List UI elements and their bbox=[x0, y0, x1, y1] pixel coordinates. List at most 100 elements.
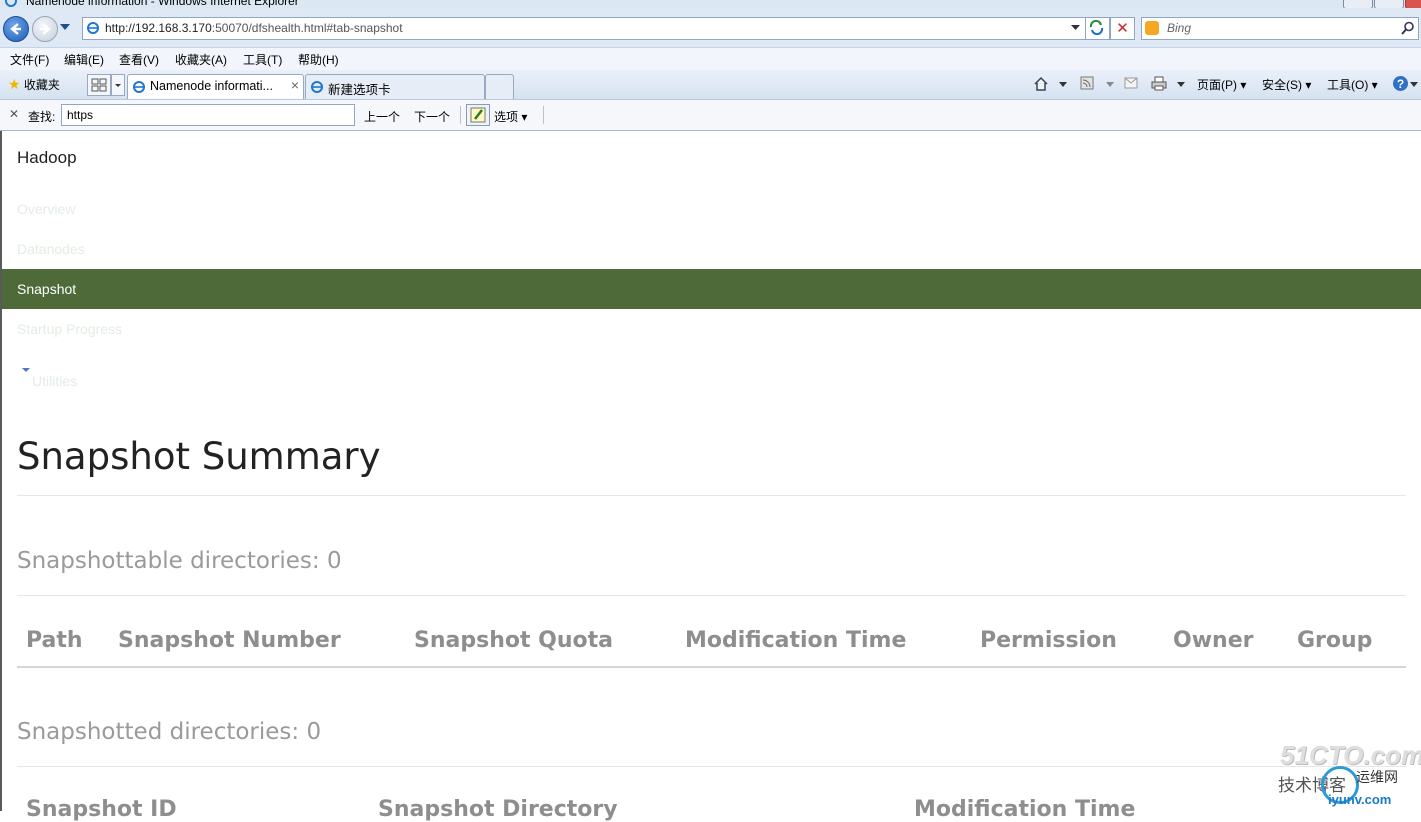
tab-bar: ★ 收藏夹 Namenode informati... × 新建选项卡 页面(P… bbox=[0, 70, 1421, 100]
page-menu-button[interactable]: 页面(P) ▾ bbox=[1197, 76, 1246, 93]
quick-tabs-icon bbox=[91, 78, 107, 92]
nav-overview[interactable]: Overview bbox=[2, 189, 1421, 229]
find-input[interactable]: https bbox=[61, 104, 355, 126]
address-bar[interactable]: http://192.168.3.170:50070/dfshealth.htm… bbox=[82, 17, 1086, 40]
page-content: Hadoop Overview Datanodes Snapshot Start… bbox=[0, 131, 1421, 822]
column-header[interactable]: Snapshot Quota bbox=[414, 628, 613, 653]
star-icon: ★ bbox=[8, 76, 21, 92]
favorites-button[interactable]: ★ 收藏夹 bbox=[8, 76, 60, 93]
menu-view[interactable]: 查看(V) bbox=[119, 51, 159, 68]
navigation-bar: http://192.168.3.170:50070/dfshealth.htm… bbox=[0, 8, 1421, 48]
chevron-down-icon bbox=[115, 84, 121, 87]
maximize-button[interactable] bbox=[1374, 0, 1404, 8]
history-dropdown-icon[interactable] bbox=[60, 24, 70, 30]
watermark-tagline2: 运维网 bbox=[1356, 769, 1398, 785]
ie-page-icon bbox=[311, 81, 323, 93]
refresh-button[interactable] bbox=[1085, 17, 1110, 40]
nav-label: Datanodes bbox=[17, 241, 85, 257]
divider bbox=[543, 106, 544, 124]
find-next-button[interactable]: 下一个 bbox=[414, 108, 450, 125]
close-find-icon[interactable]: ✕ bbox=[9, 107, 19, 121]
column-header[interactable]: Snapshot Number bbox=[118, 628, 341, 653]
svg-text:?: ? bbox=[1397, 77, 1404, 91]
watermark-site: 51CTO.com bbox=[1280, 740, 1421, 770]
find-options-button[interactable]: 选项 ▾ bbox=[494, 108, 527, 125]
stop-button[interactable]: ✕ bbox=[1110, 17, 1135, 40]
page-favicon-icon bbox=[87, 22, 99, 34]
divider bbox=[17, 766, 1406, 767]
column-header[interactable]: Permission bbox=[980, 628, 1117, 653]
nav-datanodes[interactable]: Datanodes bbox=[2, 229, 1421, 269]
column-header[interactable]: Group bbox=[1297, 628, 1372, 653]
find-previous-button[interactable]: 上一个 bbox=[364, 108, 400, 125]
nav-label: Overview bbox=[17, 201, 76, 217]
tab-new-tab[interactable]: 新建选项卡 bbox=[305, 74, 485, 99]
window-title: Namenode information - Windows Internet … bbox=[26, 0, 299, 8]
snapshotted-heading: Snapshotted directories: 0 bbox=[17, 719, 322, 745]
divider bbox=[17, 495, 1406, 496]
tab-label: 新建选项卡 bbox=[328, 83, 391, 97]
highlighter-icon bbox=[470, 107, 486, 123]
feeds-icon[interactable] bbox=[1080, 76, 1094, 90]
refresh-icon bbox=[1089, 19, 1104, 36]
nav-label: Startup Progress bbox=[17, 321, 123, 337]
tab-list-button[interactable] bbox=[111, 74, 125, 96]
close-window-button[interactable] bbox=[1405, 0, 1421, 8]
table-header-rule bbox=[17, 666, 1406, 668]
minimize-button[interactable] bbox=[1343, 0, 1373, 8]
nav-utilities[interactable]: Utilities bbox=[2, 349, 1421, 389]
chevron-down-icon[interactable] bbox=[1177, 82, 1185, 87]
find-bar: ✕ 查找: https 上一个 下一个 选项 ▾ bbox=[0, 100, 1421, 131]
column-header[interactable]: Snapshot ID bbox=[26, 797, 177, 822]
brand-logo[interactable]: Hadoop bbox=[17, 148, 77, 168]
menu-favorites[interactable]: 收藏夹(A) bbox=[175, 51, 227, 68]
safety-menu-button[interactable]: 安全(S) ▾ bbox=[1262, 76, 1311, 93]
column-header[interactable]: Owner bbox=[1173, 628, 1253, 653]
bing-icon bbox=[1145, 21, 1159, 35]
find-label: 查找: bbox=[28, 110, 56, 124]
search-placeholder: Bing bbox=[1167, 21, 1192, 35]
quick-tabs-button[interactable] bbox=[87, 74, 111, 96]
print-icon[interactable] bbox=[1151, 76, 1167, 91]
search-icon[interactable] bbox=[1401, 21, 1415, 35]
ie-page-icon bbox=[133, 81, 145, 93]
nav-snapshot[interactable]: Snapshot bbox=[2, 269, 1421, 309]
nav-label: Utilities bbox=[32, 373, 78, 389]
tab-namenode[interactable]: Namenode informati... × bbox=[127, 74, 304, 99]
forward-button[interactable] bbox=[32, 16, 58, 42]
menu-file[interactable]: 文件(F) bbox=[10, 51, 49, 68]
search-box[interactable]: Bing bbox=[1141, 17, 1419, 40]
home-icon[interactable] bbox=[1033, 76, 1049, 92]
close-tab-icon[interactable]: × bbox=[291, 77, 299, 93]
menu-bar: 文件(F) 编辑(E) 查看(V) 收藏夹(A) 工具(T) 帮助(H) bbox=[0, 48, 1421, 70]
help-icon[interactable]: ? bbox=[1392, 75, 1409, 92]
menu-edit[interactable]: 编辑(E) bbox=[64, 51, 104, 68]
watermark-domain: iyunv.com bbox=[1328, 792, 1392, 807]
column-header[interactable]: Path bbox=[26, 628, 83, 653]
divider bbox=[17, 595, 1406, 596]
column-header[interactable]: Snapshot Directory bbox=[378, 797, 618, 822]
back-button[interactable] bbox=[3, 16, 29, 42]
new-tab-button[interactable] bbox=[485, 74, 514, 99]
find-query: https bbox=[67, 108, 94, 122]
nav-startup-progress[interactable]: Startup Progress bbox=[2, 309, 1421, 349]
tools-menu-button[interactable]: 工具(O) ▾ bbox=[1327, 76, 1378, 93]
address-dropdown-icon[interactable] bbox=[1071, 25, 1080, 30]
caret-down-icon bbox=[22, 368, 30, 373]
menu-tools[interactable]: 工具(T) bbox=[243, 51, 282, 68]
chevron-down-icon[interactable] bbox=[1106, 82, 1114, 87]
forward-arrow-icon bbox=[40, 23, 51, 35]
ie-logo-icon bbox=[4, 0, 18, 8]
menu-help[interactable]: 帮助(H) bbox=[298, 51, 339, 68]
page-title: Snapshot Summary bbox=[17, 435, 381, 478]
window-title-bar: Namenode information - Windows Internet … bbox=[0, 0, 1421, 8]
column-header[interactable]: Modification Time bbox=[685, 628, 906, 653]
site-watermark: 51CTO.com 技术博客 运维网 iyunv.com bbox=[1276, 740, 1421, 811]
stop-icon: ✕ bbox=[1116, 20, 1129, 37]
highlight-button[interactable] bbox=[466, 104, 490, 126]
column-header[interactable]: Modification Time bbox=[914, 797, 1135, 822]
mail-icon[interactable] bbox=[1124, 77, 1138, 89]
nav-label: Snapshot bbox=[17, 281, 77, 297]
chevron-down-icon[interactable] bbox=[1410, 82, 1418, 87]
chevron-down-icon[interactable] bbox=[1059, 82, 1067, 87]
